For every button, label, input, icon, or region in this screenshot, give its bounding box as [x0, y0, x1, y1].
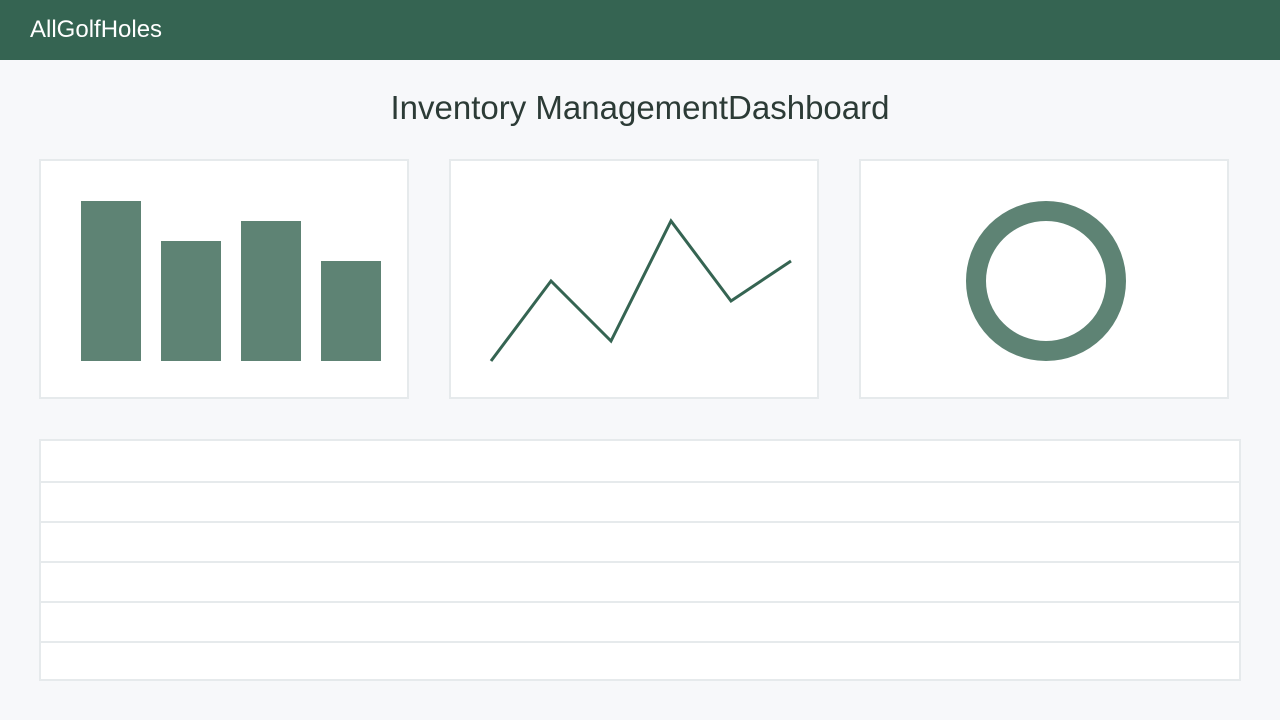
line-series	[489, 218, 792, 362]
line-chart-card	[449, 159, 819, 399]
bar-2	[161, 241, 221, 361]
table-row[interactable]	[41, 481, 1239, 521]
bar-chart-card	[39, 159, 409, 399]
top-header-bar: AllGolfHoles	[0, 0, 1280, 60]
line-chart	[489, 218, 792, 362]
donut-chart	[966, 201, 1126, 361]
bar-3	[241, 221, 301, 361]
inventory-table	[39, 439, 1241, 681]
table-row[interactable]	[41, 561, 1239, 601]
table-row[interactable]	[41, 641, 1239, 681]
brand-logo-text[interactable]: AllGolfHoles	[30, 16, 162, 44]
donut-chart-card	[859, 159, 1229, 399]
bar-4	[321, 261, 381, 361]
table-row[interactable]	[41, 601, 1239, 641]
page-title: Inventory ManagementDashboard	[390, 89, 890, 126]
donut-ring	[966, 201, 1126, 361]
table-row[interactable]	[41, 521, 1239, 561]
table-row[interactable]	[41, 441, 1239, 481]
bar-1	[81, 201, 141, 361]
bar-chart	[81, 201, 381, 361]
